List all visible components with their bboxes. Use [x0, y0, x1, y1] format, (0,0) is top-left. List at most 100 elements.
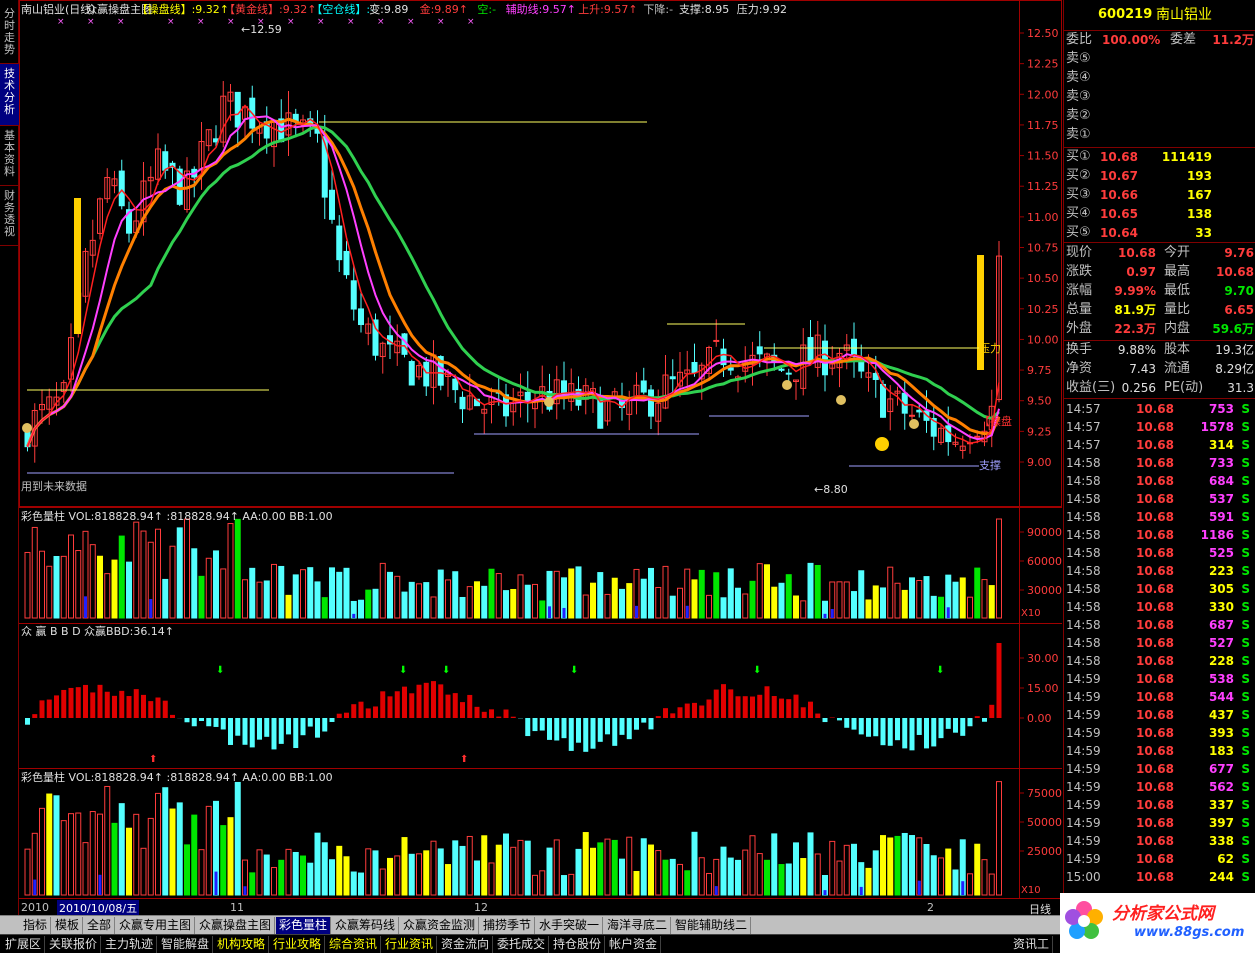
indicator-tab[interactable]: 全部 [84, 917, 116, 934]
indicator-tab[interactable]: 海洋寻底二 [604, 917, 672, 934]
main-header-item: 变:9.89 [369, 2, 408, 16]
bbd-bar [133, 689, 139, 718]
volume-bar [176, 527, 183, 619]
kline-chart-svg[interactable]: 12.50 12.25 12.00 11.75 11.50 11.25 11.00 10.75… [19, 0, 1062, 915]
tab-basic-info[interactable]: 基本资料 [0, 126, 19, 186]
bbd-bar [315, 718, 320, 738]
volume-bar [343, 567, 350, 619]
tick-price: 10.68 [1136, 510, 1174, 524]
toolbar-button[interactable]: 资金流向 [438, 936, 494, 953]
indicator-tab[interactable]: 众赢专用主图 [116, 917, 196, 934]
tick-side: S [1241, 510, 1250, 524]
candle-body [336, 225, 343, 261]
tab-intraday[interactable]: 分时走势 [0, 4, 19, 64]
indicator-tab[interactable]: 智能辅助线二 [672, 917, 752, 934]
candle-body [423, 361, 430, 387]
header-marker: × [87, 17, 95, 27]
indicator-tab[interactable]: 水手突破一 [536, 917, 604, 934]
bbd-bar [220, 718, 226, 730]
toolbar-button[interactable]: 帐户资金 [606, 936, 662, 953]
tick-row: 14:58 10.68 330 S [1064, 598, 1255, 616]
toolbar-button[interactable]: 持仓股份 [550, 936, 606, 953]
indicator-tab[interactable]: 彩色量柱 [276, 917, 332, 934]
down-arrow-icon: ⬇ [442, 665, 450, 676]
volume-bar [336, 571, 343, 619]
tick-row: 14:58 10.68 591 S [1064, 508, 1255, 526]
volume-bar [561, 875, 567, 896]
tick-time: 14:59 [1066, 726, 1101, 740]
toolbar-button[interactable]: 智能解盘 [158, 936, 214, 953]
watermark-url: www.88gs.com [1134, 925, 1245, 940]
bbd-bar [945, 718, 951, 729]
price-tick-label: 10.00 [1027, 333, 1059, 346]
up-arrow-icon: ⬆ [460, 754, 468, 765]
tab-financial[interactable]: 财务透视 [0, 186, 19, 246]
candle-body [118, 170, 125, 207]
sell-row: 卖④ [1064, 69, 1255, 87]
toolbar-button[interactable]: 综合资讯 [326, 936, 382, 953]
candle-body [459, 396, 466, 410]
volume-bar [669, 858, 676, 896]
bbd-bar [626, 718, 632, 740]
vol-unit-label: X10 [1021, 608, 1041, 619]
bbd-bar [336, 713, 342, 718]
indicator-tab[interactable]: 捕捞季节 [480, 917, 536, 934]
toolbar-button[interactable]: 主力轨迹 [102, 936, 158, 953]
indicator-tab[interactable]: 模板 [52, 917, 84, 934]
buy-price: 10.64 [1100, 226, 1138, 240]
bbd-bar [931, 718, 937, 747]
volume-bar [430, 596, 437, 619]
volume-bar [445, 864, 451, 896]
price-tick-label: 10.50 [1027, 272, 1059, 285]
tick-volume: 677 [1208, 762, 1234, 776]
volume-bar [263, 854, 270, 896]
toolbar-button[interactable]: 委托成交 [494, 936, 550, 953]
tick-side: S [1241, 600, 1250, 614]
bbd-bar [764, 686, 770, 718]
bbd-bar [481, 711, 487, 718]
indicator-tab[interactable]: 众赢资金监测 [400, 917, 480, 934]
volume-bar-inner [635, 605, 638, 618]
date-axis: 2010 2010/10/08/五 11 12 2 日线 [19, 900, 1062, 916]
indicator-tab[interactable]: 众赢操盘主图 [196, 917, 276, 934]
toolbar-button[interactable]: 行业资讯 [382, 936, 438, 953]
bbd-bar [989, 704, 995, 718]
volume-bar [691, 831, 698, 896]
bbd-bar [365, 708, 371, 718]
bbd-bar [742, 696, 748, 718]
volume-bar [343, 856, 350, 896]
volume-bar [524, 840, 531, 896]
toolbar-button[interactable]: 扩展区 [2, 936, 46, 953]
volume-bar [503, 590, 509, 619]
tick-price: 10.68 [1136, 870, 1174, 884]
indicator-tab[interactable]: 指标 [20, 917, 52, 934]
stat-label-2: 今开 [1164, 245, 1191, 260]
bbd-bar [858, 718, 864, 735]
toolbar-button[interactable]: 机构攻略 [214, 936, 270, 953]
indicator-tab[interactable]: 众赢筹码线 [332, 917, 400, 934]
volume-bar [133, 521, 140, 619]
sell-label: 卖③ [1066, 89, 1091, 104]
down-arrow-icon: ⬇ [216, 665, 224, 676]
sell-row: 卖③ [1064, 88, 1255, 106]
volume-bar [104, 785, 111, 896]
down-arrow-icon: ⬇ [936, 665, 944, 676]
volume-bar [423, 850, 430, 896]
tab-technical-analysis[interactable]: 技术分析 [0, 64, 19, 126]
vol-tick-label: 30000 [1027, 584, 1062, 597]
volume-bar [880, 587, 886, 619]
bbd-bar [344, 712, 349, 718]
toolbar-info-button[interactable]: 资讯工 [1010, 936, 1054, 953]
volume-bar [278, 565, 285, 619]
volume-bar [996, 518, 1002, 619]
toolbar-button[interactable]: 行业攻略 [270, 936, 326, 953]
bbd-bar [445, 694, 451, 718]
toolbar-button[interactable]: 关联报价 [46, 936, 102, 953]
chart-area[interactable]: 12.50 12.25 12.00 11.75 11.50 11.25 11.00 10.75… [19, 0, 1062, 915]
candle-body [524, 391, 531, 402]
candles [24, 81, 1002, 463]
tick-time: 14:58 [1066, 600, 1101, 614]
volume-bar [901, 589, 908, 619]
volume-bar [278, 859, 285, 896]
bbd-bar [677, 707, 683, 718]
